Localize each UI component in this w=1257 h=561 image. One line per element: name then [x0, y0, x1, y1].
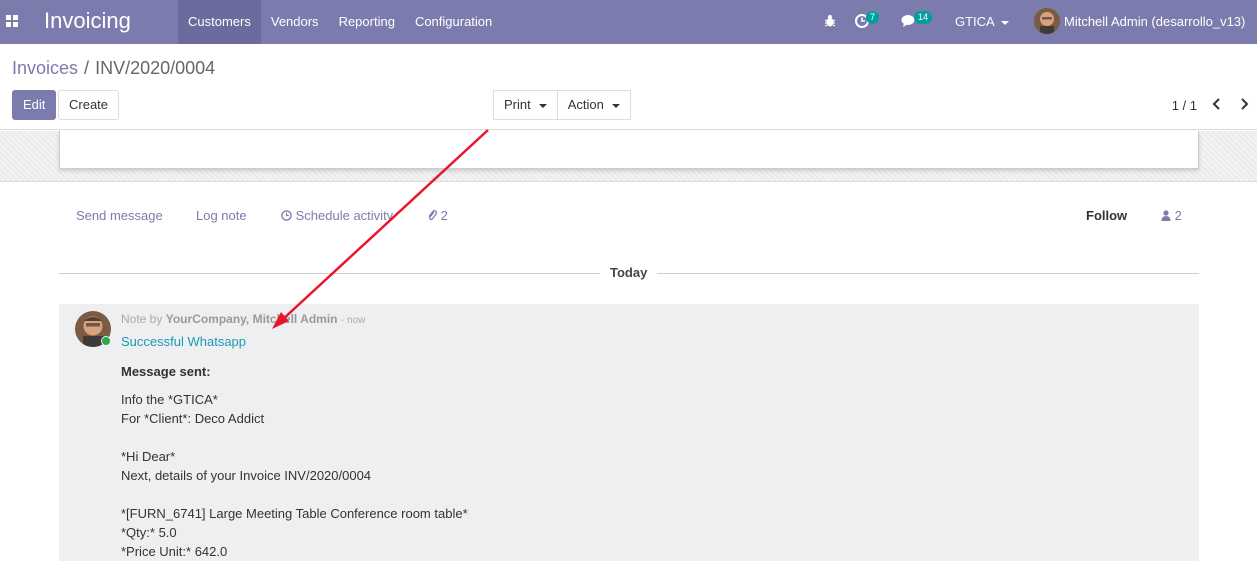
- breadcrumb-current: INV/2020/0004: [95, 58, 216, 78]
- main-menu: Customers Vendors Reporting Configuratio…: [178, 0, 502, 44]
- date-divider-label: Today: [600, 265, 658, 280]
- message-author[interactable]: YourCompany, Mitchell Admin: [166, 312, 338, 326]
- action-button[interactable]: Action: [557, 90, 631, 120]
- message-line: *Hi Dear*: [121, 449, 176, 464]
- follow-button[interactable]: Follow: [1086, 208, 1127, 223]
- pager-next-button[interactable]: [1238, 94, 1254, 114]
- message-subject: Successful Whatsapp: [121, 334, 247, 349]
- followers-button[interactable]: 2: [1161, 208, 1182, 223]
- message-time: - now: [340, 315, 366, 326]
- chatter-message: Note by YourCompany, Mitchell Admin - no…: [59, 304, 1199, 561]
- attachments-count: 2: [440, 208, 448, 223]
- print-action-group: Print Action: [493, 90, 631, 120]
- chatter-topbar: Send message Log note Schedule activity …: [76, 208, 1182, 226]
- schedule-activity-label: Schedule activity: [295, 208, 394, 223]
- chevron-right-icon: [1241, 98, 1249, 110]
- company-label: GTICA: [955, 14, 995, 29]
- message-line: *Qty:* 5.0: [121, 525, 177, 540]
- chevron-left-icon: [1212, 98, 1220, 110]
- attachments-button[interactable]: 2: [427, 208, 448, 223]
- menu-customers[interactable]: Customers: [178, 0, 261, 44]
- paperclip-icon: [428, 210, 437, 221]
- breadcrumb-invoices[interactable]: Invoices: [12, 58, 78, 78]
- message-line: *[FURN_6741] Large Meeting Table Confere…: [121, 506, 468, 521]
- message-line: Next, details of your Invoice INV/2020/0…: [121, 468, 372, 483]
- debug-bug-icon[interactable]: [823, 14, 837, 28]
- online-status-dot: [101, 336, 111, 346]
- top-navbar: Invoicing Customers Vendors Reporting Co…: [0, 0, 1257, 44]
- messages-badge: 14: [914, 11, 933, 24]
- print-label: Print: [504, 97, 531, 112]
- message-heading: Message sent:: [121, 364, 211, 379]
- menu-configuration[interactable]: Configuration: [405, 0, 502, 44]
- caret-down-icon: [1000, 20, 1009, 25]
- create-button[interactable]: Create: [58, 90, 120, 120]
- message-line: Info the *GTICA*: [121, 392, 218, 407]
- user-icon: [1161, 210, 1171, 221]
- pager-value[interactable]: 1 / 1: [1172, 98, 1197, 113]
- menu-reporting[interactable]: Reporting: [329, 0, 405, 44]
- breadcrumb: Invoices / INV/2020/0004: [12, 58, 215, 79]
- message-line: For *Client*: Deco Addict: [121, 411, 265, 426]
- apps-menu-icon[interactable]: [6, 15, 19, 28]
- followers-count: 2: [1174, 208, 1182, 223]
- log-note-button[interactable]: Log note: [196, 208, 247, 223]
- caret-down-icon: [611, 103, 620, 108]
- user-name: Mitchell Admin (desarrollo_v13): [1064, 14, 1246, 29]
- pager-previous-button[interactable]: [1211, 94, 1227, 114]
- clock-icon: [281, 210, 292, 221]
- print-button[interactable]: Print: [493, 90, 558, 120]
- message-line: *Price Unit:* 642.0: [121, 544, 228, 559]
- message-header: Note by YourCompany, Mitchell Admin - no…: [121, 312, 365, 326]
- edit-button[interactable]: Edit: [12, 90, 57, 120]
- schedule-activity-button[interactable]: Schedule activity: [281, 208, 393, 223]
- company-switcher[interactable]: GTICA: [955, 14, 1009, 29]
- form-sheet: [59, 131, 1199, 169]
- action-label: Action: [567, 97, 604, 112]
- message-body: Message sent: Info the *GTICA* For *Clie…: [121, 362, 468, 561]
- caret-down-icon: [538, 103, 547, 108]
- control-panel: Invoices / INV/2020/0004 Edit Create Print…: [0, 44, 1257, 130]
- breadcrumb-separator: /: [84, 58, 90, 78]
- activities-badge: 7: [866, 11, 880, 24]
- menu-vendors[interactable]: Vendors: [261, 0, 329, 44]
- user-avatar: [1034, 8, 1060, 34]
- send-message-button[interactable]: Send message: [76, 208, 163, 223]
- message-prefix: Note by: [121, 312, 163, 326]
- app-brand[interactable]: Invoicing: [44, 8, 131, 34]
